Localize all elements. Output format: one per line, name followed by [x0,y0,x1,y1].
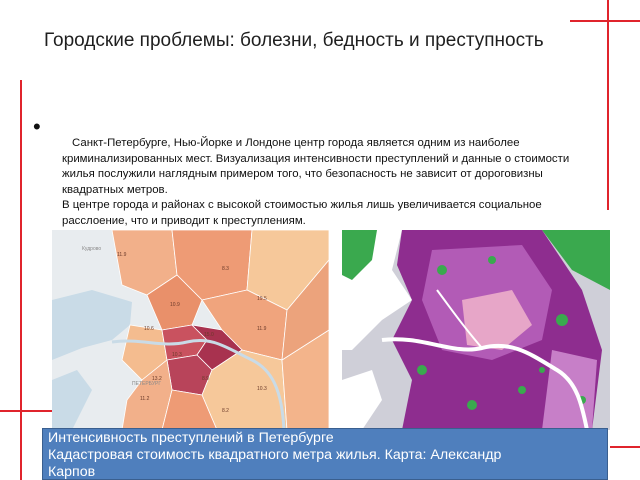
slide-body-text: Санкт-Петербурге, Нью-Йорке и Лондоне це… [62,136,602,230]
district-value: 11.9 [117,252,127,258]
district-value: 8.3 [222,266,229,272]
map-place-label: Кудрово [82,246,101,252]
district-value: 19.5 [257,296,267,302]
crime-map-svg: Кудрово ПЕТЕРБУРГ 11.9 8.3 10.9 19.5 10.… [52,230,329,430]
decorative-line-bottom-right [610,446,640,448]
body-paragraph-1: Санкт-Петербурге, Нью-Йорке и Лондоне це… [62,137,570,196]
caption-line-3: Карпов [48,464,96,480]
district-value: 10.3 [257,386,267,392]
cadastral-map-svg [342,230,610,430]
district-value: 11.9 [257,326,267,332]
district-value: 11.2 [140,396,150,402]
slide-title: Городские проблемы: болезни, бедность и … [44,30,544,51]
district-value: 10.9 [170,302,180,308]
crime-intensity-map: Кудрово ПЕТЕРБУРГ 11.9 8.3 10.9 19.5 10.… [52,230,329,430]
body-paragraph-2: В центре города и районах с высокой стои… [62,199,542,227]
district-value: 10.6 [144,326,154,332]
cadastral-value-map [342,230,610,430]
caption-line-1: Интенсивность преступлений в Петербурге [48,430,334,446]
bullet-marker: • [33,114,41,139]
map-caption: Интенсивность преступлений в Петербурге … [42,428,608,480]
district-value: 8.2 [222,408,229,414]
decorative-line-left-vertical [20,80,22,480]
district-value: 10.3 [172,352,182,358]
district-value: 13.2 [152,376,162,382]
district-value: 8.9 [202,376,209,382]
caption-line-2: Кадастровая стоимость квадратного метра … [48,447,502,463]
decorative-line-top-horizontal [570,20,640,22]
district-value: 15.0 [204,332,214,338]
